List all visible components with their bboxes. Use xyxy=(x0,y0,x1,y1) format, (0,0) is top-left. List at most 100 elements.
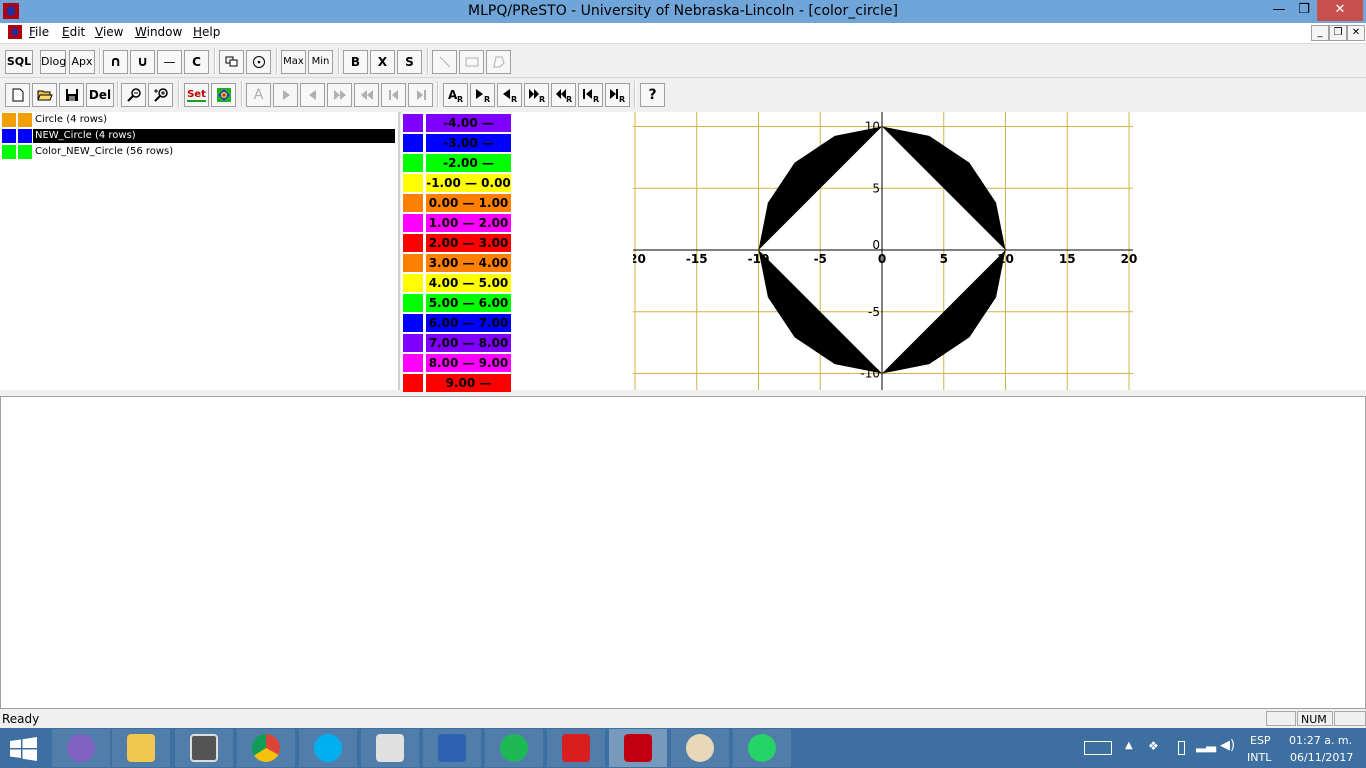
legend-color-swatch[interactable] xyxy=(403,334,423,352)
layer-color-swatch[interactable] xyxy=(2,129,16,143)
document-icon[interactable] xyxy=(8,25,22,39)
taskbar-app-devcpp[interactable] xyxy=(423,729,481,767)
legend-row[interactable]: 4.00 — 5.00 xyxy=(403,273,515,292)
menu-view[interactable]: View xyxy=(95,25,123,39)
layer-color-swatch[interactable] xyxy=(2,145,16,159)
legend-color-swatch[interactable] xyxy=(403,214,423,232)
menu-edit[interactable]: Edit xyxy=(62,25,85,39)
new-file-icon[interactable] xyxy=(5,83,30,107)
legend-color-swatch[interactable] xyxy=(403,114,423,132)
skip-start-icon[interactable] xyxy=(381,83,406,107)
play-back-icon[interactable] xyxy=(300,83,325,107)
line-tool-icon[interactable] xyxy=(432,50,457,74)
max-button[interactable]: Max xyxy=(281,50,306,74)
save-disk-icon[interactable] xyxy=(59,83,84,107)
help-button[interactable]: ? xyxy=(640,83,665,107)
show-hidden-icons-icon[interactable]: ▲ xyxy=(1125,740,1133,751)
legend-row[interactable]: -3.00 — -2.00 xyxy=(403,133,515,168)
taskbar-app-paint[interactable] xyxy=(671,729,729,767)
legend-row[interactable]: 0.00 — 1.00 xyxy=(403,193,515,212)
skip-start-r-icon[interactable]: R xyxy=(578,83,603,107)
taskbar-app-whatsapp[interactable] xyxy=(733,729,791,767)
menu-file[interactable]: File xyxy=(29,25,49,39)
layer-color-swatch[interactable] xyxy=(2,113,16,127)
difference-button[interactable]: — xyxy=(157,50,182,74)
delete-button[interactable]: Del xyxy=(86,83,114,107)
language-code[interactable]: ESP xyxy=(1250,734,1271,747)
keyboard-icon[interactable] xyxy=(1084,741,1112,755)
legend-row[interactable]: 7.00 — 8.00 xyxy=(403,333,515,352)
legend-color-swatch[interactable] xyxy=(403,374,423,392)
start-windows-icon[interactable] xyxy=(10,737,38,761)
x-button[interactable]: X xyxy=(370,50,395,74)
intersection-button[interactable]: ∩ xyxy=(103,50,128,74)
s-button[interactable]: S xyxy=(397,50,422,74)
layer-color-swatch[interactable] xyxy=(18,129,32,143)
fast-forward-icon[interactable] xyxy=(327,83,352,107)
legend-row[interactable]: 8.00 — 9.00 xyxy=(403,353,515,372)
restore-button[interactable]: ❐ xyxy=(1289,0,1319,21)
taskbar-app-skype[interactable] xyxy=(299,729,357,767)
layer-item-color-new-circle[interactable]: Color_NEW_Circle (56 rows) xyxy=(0,144,398,160)
circle-point-icon[interactable] xyxy=(246,50,271,74)
legend-row[interactable]: 9.00 — 10.00 xyxy=(403,373,515,408)
legend-row[interactable]: 3.00 — 4.00 xyxy=(403,253,515,272)
back-r-icon[interactable]: R xyxy=(497,83,522,107)
legend-color-swatch[interactable] xyxy=(403,174,423,192)
legend-color-swatch[interactable] xyxy=(403,194,423,212)
color-palette-icon[interactable] xyxy=(211,83,236,107)
legend-color-swatch[interactable] xyxy=(403,274,423,292)
keyboard-layout[interactable]: INTL xyxy=(1247,751,1271,764)
mdi-close-button[interactable]: ✕ xyxy=(1347,25,1365,41)
layer-item-circle[interactable]: Circle (4 rows) xyxy=(0,112,398,128)
clock-date[interactable]: 06/11/2017 xyxy=(1290,751,1353,764)
close-button[interactable]: ✕ xyxy=(1317,0,1363,21)
legend-row[interactable]: -2.00 — -1.00 xyxy=(403,153,515,188)
legend-row[interactable]: 5.00 — 6.00 xyxy=(403,293,515,312)
legend-color-swatch[interactable] xyxy=(403,154,423,172)
legend-color-swatch[interactable] xyxy=(403,134,423,152)
clock-time[interactable]: 01:27 a. m. xyxy=(1289,734,1352,747)
signal-icon[interactable]: ▂▃ xyxy=(1196,738,1216,753)
union-button[interactable]: ∪ xyxy=(130,50,155,74)
layer-color-swatch[interactable] xyxy=(18,145,32,159)
dlog-button[interactable]: Dlog xyxy=(40,50,66,74)
play-r-icon[interactable]: R xyxy=(470,83,495,107)
taskbar-app-spotify[interactable] xyxy=(485,729,543,767)
skip-end-icon[interactable] xyxy=(408,83,433,107)
open-folder-icon[interactable] xyxy=(32,83,57,107)
legend-row[interactable]: -4.00 — -3.00 xyxy=(403,113,515,148)
legend-color-swatch[interactable] xyxy=(403,294,423,312)
zoom-in-icon[interactable] xyxy=(148,83,173,107)
taskbar-app-sublime[interactable] xyxy=(175,729,233,767)
dropbox-icon[interactable]: ❖ xyxy=(1148,739,1159,753)
volume-icon[interactable]: ◀) xyxy=(1220,738,1235,753)
polygon-tool-icon[interactable] xyxy=(486,50,511,74)
apx-button[interactable]: Apx xyxy=(69,50,95,74)
zoom-out-icon[interactable] xyxy=(121,83,146,107)
taskbar-app-explorer[interactable] xyxy=(112,729,170,767)
taskbar-app-mlpq[interactable] xyxy=(609,729,667,767)
output-panel[interactable] xyxy=(0,396,1366,709)
rewind-icon[interactable] xyxy=(354,83,379,107)
min-button[interactable]: Min xyxy=(308,50,333,74)
animate-text-icon[interactable]: AR xyxy=(443,83,468,107)
layer-color-swatch[interactable] xyxy=(18,113,32,127)
buffer-icon[interactable] xyxy=(219,50,244,74)
map-canvas[interactable]: -20 -15 -10 -5 0 5 10 15 20 10 5 0 -5 -10 xyxy=(633,112,1366,390)
taskbar-app-msdos[interactable] xyxy=(361,729,419,767)
b-button[interactable]: B xyxy=(343,50,368,74)
mdi-minimize-button[interactable]: _ xyxy=(1311,25,1329,41)
rewind-r-icon[interactable]: R xyxy=(551,83,576,107)
taskbar-app-acrobat[interactable] xyxy=(547,729,605,767)
legend-color-swatch[interactable] xyxy=(403,254,423,272)
fast-forward-r-icon[interactable]: R xyxy=(524,83,549,107)
rectangle-tool-icon[interactable] xyxy=(459,50,484,74)
menu-help[interactable]: Help xyxy=(193,25,220,39)
legend-row[interactable]: 2.00 — 3.00 xyxy=(403,233,515,252)
battery-icon[interactable] xyxy=(1178,741,1185,755)
set-color-button[interactable]: Set xyxy=(184,83,209,107)
text-tool-button[interactable]: A xyxy=(246,83,271,107)
legend-color-swatch[interactable] xyxy=(403,354,423,372)
legend-row[interactable]: -1.00 — 0.00 xyxy=(403,173,515,192)
